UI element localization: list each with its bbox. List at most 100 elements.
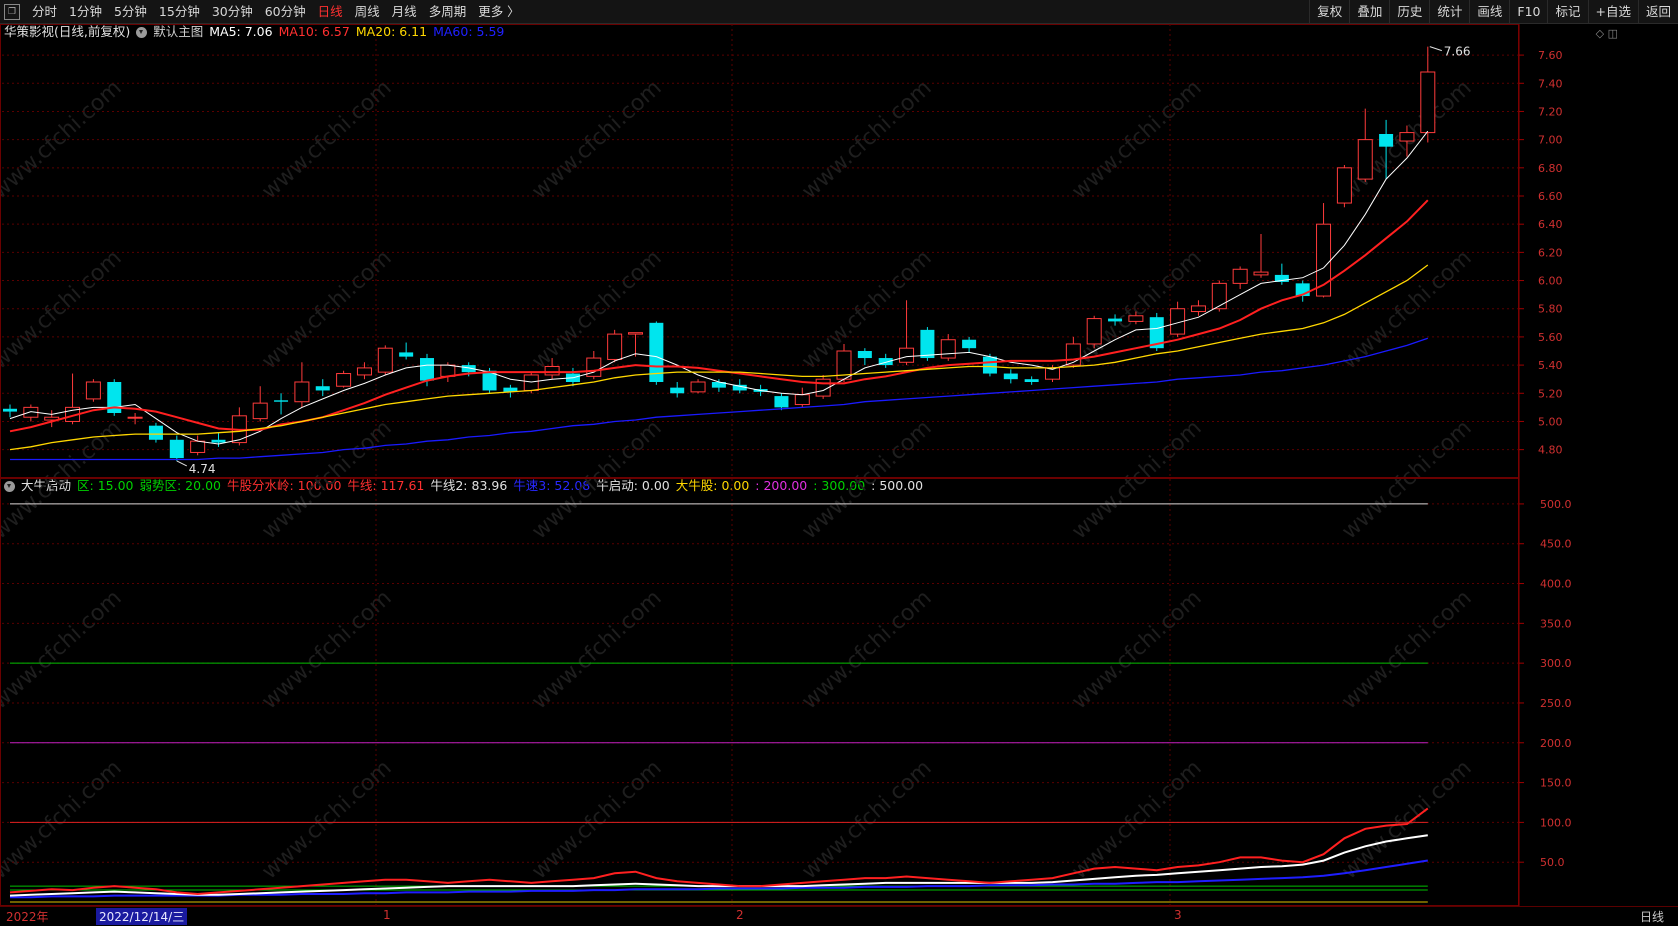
price-tick-label: 7.40 (1538, 77, 1563, 90)
candle-body (294, 381, 310, 403)
candle-body (3, 408, 17, 412)
candle-body (899, 347, 915, 363)
candle (711, 379, 726, 392)
candle (607, 329, 623, 363)
candle (1170, 301, 1186, 337)
candle (1357, 108, 1373, 182)
date-axis: 2022年 2022/12/14/三 1 2 3 日线 (0, 906, 1678, 926)
candle (377, 345, 393, 375)
watermark-text: www.cfchi.com (797, 586, 936, 715)
watermark-text: www.cfchi.com (527, 756, 666, 885)
candle-body (857, 351, 872, 359)
candle (815, 374, 831, 399)
candle (899, 300, 915, 366)
candle (169, 435, 184, 461)
price-tick-label: 7.20 (1538, 105, 1563, 118)
candle-body (315, 386, 330, 391)
price-tick-label: 5.80 (1538, 303, 1563, 316)
candle-body (148, 425, 163, 440)
candle-body (377, 347, 393, 373)
candle (399, 342, 414, 360)
candle-body (1108, 318, 1123, 322)
axes-layer: 7.60 7.40 7.20 7.00 6.80 6.60 6.40 6.20 6.00 5.80… (1519, 49, 1572, 869)
candle-body (523, 374, 539, 391)
price-tick-label: 6.80 (1538, 162, 1563, 175)
candle (1065, 336, 1081, 368)
candle-body (1336, 167, 1352, 204)
candle (336, 370, 352, 388)
candle (3, 404, 17, 418)
price-tick-label: 6.60 (1538, 190, 1563, 203)
price-tick-label: 6.20 (1538, 246, 1563, 259)
sub-tick-label: 300.0 (1540, 657, 1572, 670)
candle-body (399, 352, 414, 357)
candle (1420, 46, 1436, 143)
sub-tick-label: 150.0 (1540, 777, 1572, 790)
candle (982, 353, 997, 377)
candle (148, 422, 163, 443)
main-panel-border (0, 24, 1519, 478)
price-tick-label: 5.20 (1538, 387, 1563, 400)
candle-body (336, 373, 352, 387)
candle-body (794, 394, 810, 406)
watermark-text: www.cfchi.com (1067, 416, 1206, 545)
candle (85, 379, 101, 402)
price-tick-label: 5.60 (1538, 331, 1563, 344)
month-label: 1 (383, 908, 391, 922)
candle-body (169, 439, 184, 459)
candle (1211, 280, 1227, 312)
price-tick-label: 6.40 (1538, 218, 1563, 231)
sub-tick-label: 200.0 (1540, 737, 1572, 750)
kline-chart[interactable]: www.cfchi.com www.cfchi.com www.cfchi.com w… (0, 0, 1678, 925)
candle-body (962, 339, 977, 349)
candle (127, 413, 143, 425)
watermark-text: www.cfchi.com (1067, 756, 1206, 885)
candle (565, 367, 580, 387)
candle (1295, 280, 1310, 302)
candle (586, 351, 602, 380)
candle (1024, 376, 1039, 385)
low-marker (176, 460, 188, 467)
watermark-text: www.cfchi.com (797, 756, 936, 885)
candle (962, 336, 977, 353)
candle-body (670, 387, 685, 394)
candle-body (1211, 282, 1227, 310)
candle-body (1024, 379, 1039, 382)
watermark-text: www.cfchi.com (1337, 756, 1476, 885)
watermark-layer: www.cfchi.com www.cfchi.com www.cfchi.com w… (0, 76, 1477, 885)
watermark-text: www.cfchi.com (1067, 246, 1206, 375)
candle-body (1399, 132, 1415, 142)
cursor-date-label: 2022/12/14/三 (96, 908, 188, 925)
candle-body (544, 366, 560, 376)
candles-layer (3, 46, 1436, 461)
watermark-text: www.cfchi.com (0, 586, 127, 715)
candle-body (252, 402, 268, 420)
watermark-text: www.cfchi.com (1337, 246, 1476, 375)
sub-tick-label: 250.0 (1540, 697, 1572, 710)
price-tick-label: 6.00 (1538, 275, 1563, 288)
candle-body (774, 396, 789, 408)
candle (356, 362, 372, 380)
candle (1190, 300, 1206, 316)
candle-body (940, 339, 956, 359)
candle (1336, 165, 1352, 208)
watermark-text: www.cfchi.com (527, 586, 666, 715)
candle-body (127, 416, 143, 419)
candle (670, 382, 685, 398)
ma-line-ma10 (9, 199, 1429, 433)
candle-body (440, 364, 456, 377)
month-label: 2 (736, 908, 744, 922)
candle-body (1128, 315, 1144, 322)
candle (294, 362, 310, 408)
candle-body (1232, 268, 1248, 284)
sub-tick-label: 500.0 (1540, 498, 1572, 511)
ma-lines-layer: 7.66 4.74 (9, 45, 1471, 476)
candle-body (1003, 373, 1018, 380)
candle-body (1190, 305, 1206, 313)
price-tick-label: 5.40 (1538, 359, 1563, 372)
sub-panel-border (0, 478, 1519, 906)
candle (211, 432, 226, 447)
candle (649, 321, 664, 385)
candle (628, 332, 643, 357)
candle (1253, 234, 1269, 278)
